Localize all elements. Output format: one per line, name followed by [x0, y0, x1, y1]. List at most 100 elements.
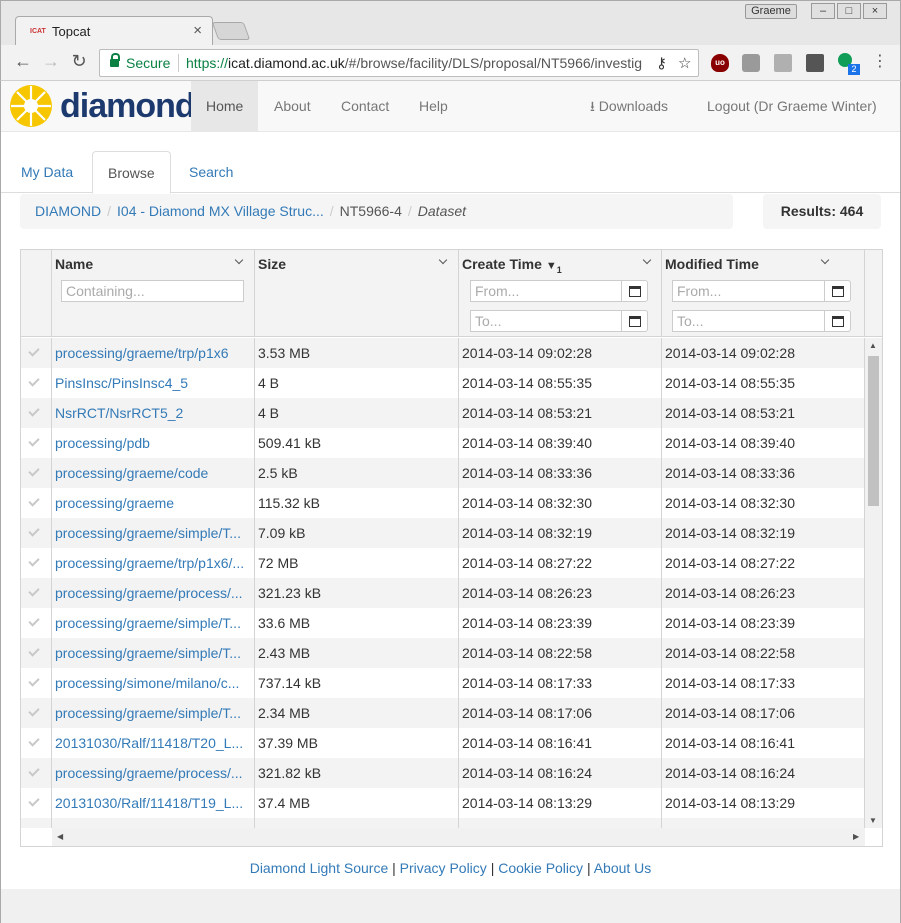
row-select-cell[interactable]	[21, 758, 52, 788]
table-row[interactable]: processing/graeme/trp/p1x6 3.53 MB 2014-03…	[21, 338, 865, 368]
brand-logo-text[interactable]: diamond	[60, 87, 196, 126]
address-bar[interactable]: Secure https://icat.diamond.ac.uk/#/brow…	[99, 49, 699, 77]
nav-downloads[interactable]: ⭳ Downloads	[575, 81, 683, 131]
column-menu-chevron-icon[interactable]	[820, 257, 830, 267]
tab-my-data[interactable]: My Data	[6, 151, 88, 193]
column-header-name[interactable]: Name	[52, 250, 255, 337]
table-row[interactable]: 20131030/Ralf/11418/T20_L... 37.39 MB 2014…	[21, 728, 865, 758]
footer-link-privacy[interactable]: Privacy Policy	[400, 860, 487, 876]
footer-link-cookie[interactable]: Cookie Policy	[498, 860, 583, 876]
dataset-name-link[interactable]: processing/graeme/simple/T...	[55, 615, 241, 631]
row-select-cell[interactable]	[21, 338, 52, 368]
extension-icon[interactable]	[742, 54, 760, 72]
row-select-cell[interactable]	[21, 368, 52, 398]
modified-to-calendar-button[interactable]	[824, 310, 851, 332]
back-arrow-icon[interactable]: ←	[12, 51, 34, 72]
vertical-scrollbar[interactable]: ▲ ▼	[865, 338, 882, 828]
column-menu-chevron-icon[interactable]	[642, 257, 652, 267]
nav-help[interactable]: Help	[404, 81, 463, 131]
breadcrumb-instrument[interactable]: I04 - Diamond MX Village Struc...	[117, 203, 324, 219]
row-select-cell[interactable]	[21, 458, 52, 488]
breadcrumb-investigation[interactable]: NT5966-4	[340, 203, 402, 219]
create-from-calendar-button[interactable]	[621, 280, 648, 302]
table-row[interactable]: PinsInsc/PinsInsc4_5 4 B 2014-03-14 08:55:…	[21, 368, 865, 398]
column-menu-chevron-icon[interactable]	[234, 257, 244, 267]
ublock-extension-icon[interactable]: uo	[711, 54, 729, 72]
dataset-name-link[interactable]: processing/simone/milano/c...	[55, 675, 239, 691]
modified-from-input[interactable]	[672, 280, 825, 302]
scrollbar-thumb[interactable]	[868, 356, 879, 506]
bookmark-star-icon[interactable]: ☆	[678, 54, 691, 72]
table-row[interactable]: processing/graeme/simple/T... 7.09 kB 2014…	[21, 518, 865, 548]
row-select-cell[interactable]	[21, 398, 52, 428]
table-row[interactable]: processing/graeme 115.32 kB 2014-03-14 08:…	[21, 488, 865, 518]
nav-about[interactable]: About	[259, 81, 326, 131]
table-row[interactable]: processing/graeme/simple/T... 33.6 MB 2014…	[21, 608, 865, 638]
row-select-cell[interactable]	[21, 638, 52, 668]
dataset-name-link[interactable]: processing/graeme/trp/p1x6	[55, 345, 229, 361]
dataset-name-link[interactable]: processing/graeme/simple/T...	[55, 525, 241, 541]
footer-link-diamond[interactable]: Diamond Light Source	[250, 860, 389, 876]
tab-close-icon[interactable]: ×	[193, 22, 202, 39]
create-from-input[interactable]	[470, 280, 622, 302]
tab-search[interactable]: Search	[174, 151, 248, 193]
table-row[interactable]: NsrRCT/NsrRCT5_2 4 B 2014-03-14 08:53:21 20…	[21, 398, 865, 428]
footer-link-about[interactable]: About Us	[594, 860, 652, 876]
mail-extension-icon[interactable]	[806, 54, 824, 72]
key-icon[interactable]: ⚷	[656, 54, 667, 72]
row-select-cell[interactable]	[21, 488, 52, 518]
column-menu-chevron-icon[interactable]	[438, 257, 448, 267]
dataset-name-link[interactable]: 20131030/Ralf/11418/T20_L...	[55, 735, 243, 751]
row-select-cell[interactable]	[21, 608, 52, 638]
new-tab-button[interactable]	[211, 22, 251, 40]
dataset-name-link[interactable]: 20131030/Ralf/11418/T19_L...	[55, 795, 243, 811]
scroll-down-arrow-icon[interactable]: ▼	[869, 816, 877, 825]
dataset-name-link[interactable]: processing/graeme/trp/p1x6/...	[55, 555, 244, 571]
table-row[interactable]: 20131030/Ralf/11418/T19_L... 37.4 MB 2014-…	[21, 788, 865, 818]
row-select-cell[interactable]	[21, 668, 52, 698]
row-select-cell[interactable]	[21, 698, 52, 728]
modified-from-calendar-button[interactable]	[824, 280, 851, 302]
dataset-name-link[interactable]: processing/graeme/code	[55, 465, 208, 481]
reload-icon[interactable]: ↻	[68, 51, 90, 72]
dataset-name-link[interactable]: processing/graeme/process/...	[55, 585, 243, 601]
scroll-up-arrow-icon[interactable]: ▲	[869, 341, 877, 350]
url-text[interactable]: https://icat.diamond.ac.uk/#/browse/faci…	[186, 55, 652, 71]
table-row[interactable]: processing/graeme/simple/T... 2.43 MB 2014…	[21, 638, 865, 668]
window-close-button[interactable]: ×	[863, 3, 887, 19]
modified-to-input[interactable]	[672, 310, 825, 332]
dataset-name-link[interactable]: processing/graeme/simple/T...	[55, 645, 241, 661]
tab-browse[interactable]: Browse	[92, 151, 171, 194]
dataset-name-link[interactable]: processing/graeme/simple/T...	[55, 705, 241, 721]
table-row[interactable]: processing/simone/milano/c... 737.14 kB 20…	[21, 668, 865, 698]
row-select-cell[interactable]	[21, 428, 52, 458]
table-row[interactable]: processing/graeme/code 2.5 kB 2014-03-14 0…	[21, 458, 865, 488]
row-select-cell[interactable]	[21, 728, 52, 758]
column-header-size[interactable]: Size	[255, 250, 459, 337]
column-header-modified-time[interactable]: Modified Time	[662, 250, 865, 337]
table-row[interactable]: processing/graeme/simple/T... 2.34 MB 2014…	[21, 698, 865, 728]
forward-arrow-icon[interactable]: →	[40, 51, 62, 72]
row-select-cell[interactable]	[21, 788, 52, 818]
table-row[interactable]: processing/pdb 509.41 kB 2014-03-14 08:39:…	[21, 428, 865, 458]
column-header-create-time[interactable]: Create Time ▼1	[459, 250, 662, 337]
dataset-name-link[interactable]: processing/graeme/process/...	[55, 765, 243, 781]
drive-extension-icon[interactable]	[774, 54, 792, 72]
breadcrumb-facility[interactable]: DIAMOND	[35, 203, 101, 219]
select-all-column[interactable]	[21, 250, 52, 337]
dataset-name-link[interactable]: PinsInsc/PinsInsc4_5	[55, 375, 188, 391]
table-row[interactable]: processing/graeme/process/... 321.23 kB 20…	[21, 578, 865, 608]
minimize-button[interactable]: –	[811, 3, 835, 19]
row-select-cell[interactable]	[21, 548, 52, 578]
nav-contact[interactable]: Contact	[326, 81, 404, 131]
name-filter-input[interactable]	[61, 280, 244, 302]
dataset-name-link[interactable]: processing/graeme	[55, 495, 174, 511]
row-select-cell[interactable]	[21, 818, 52, 828]
profile-button[interactable]: Graeme	[745, 4, 797, 19]
create-to-calendar-button[interactable]	[621, 310, 648, 332]
row-select-cell[interactable]	[21, 578, 52, 608]
nav-home[interactable]: Home	[191, 81, 259, 131]
diamond-logo-icon[interactable]	[8, 83, 54, 129]
dataset-name-link[interactable]: NsrRCT/NsrRCT5_2	[55, 405, 183, 421]
create-to-input[interactable]	[470, 310, 622, 332]
